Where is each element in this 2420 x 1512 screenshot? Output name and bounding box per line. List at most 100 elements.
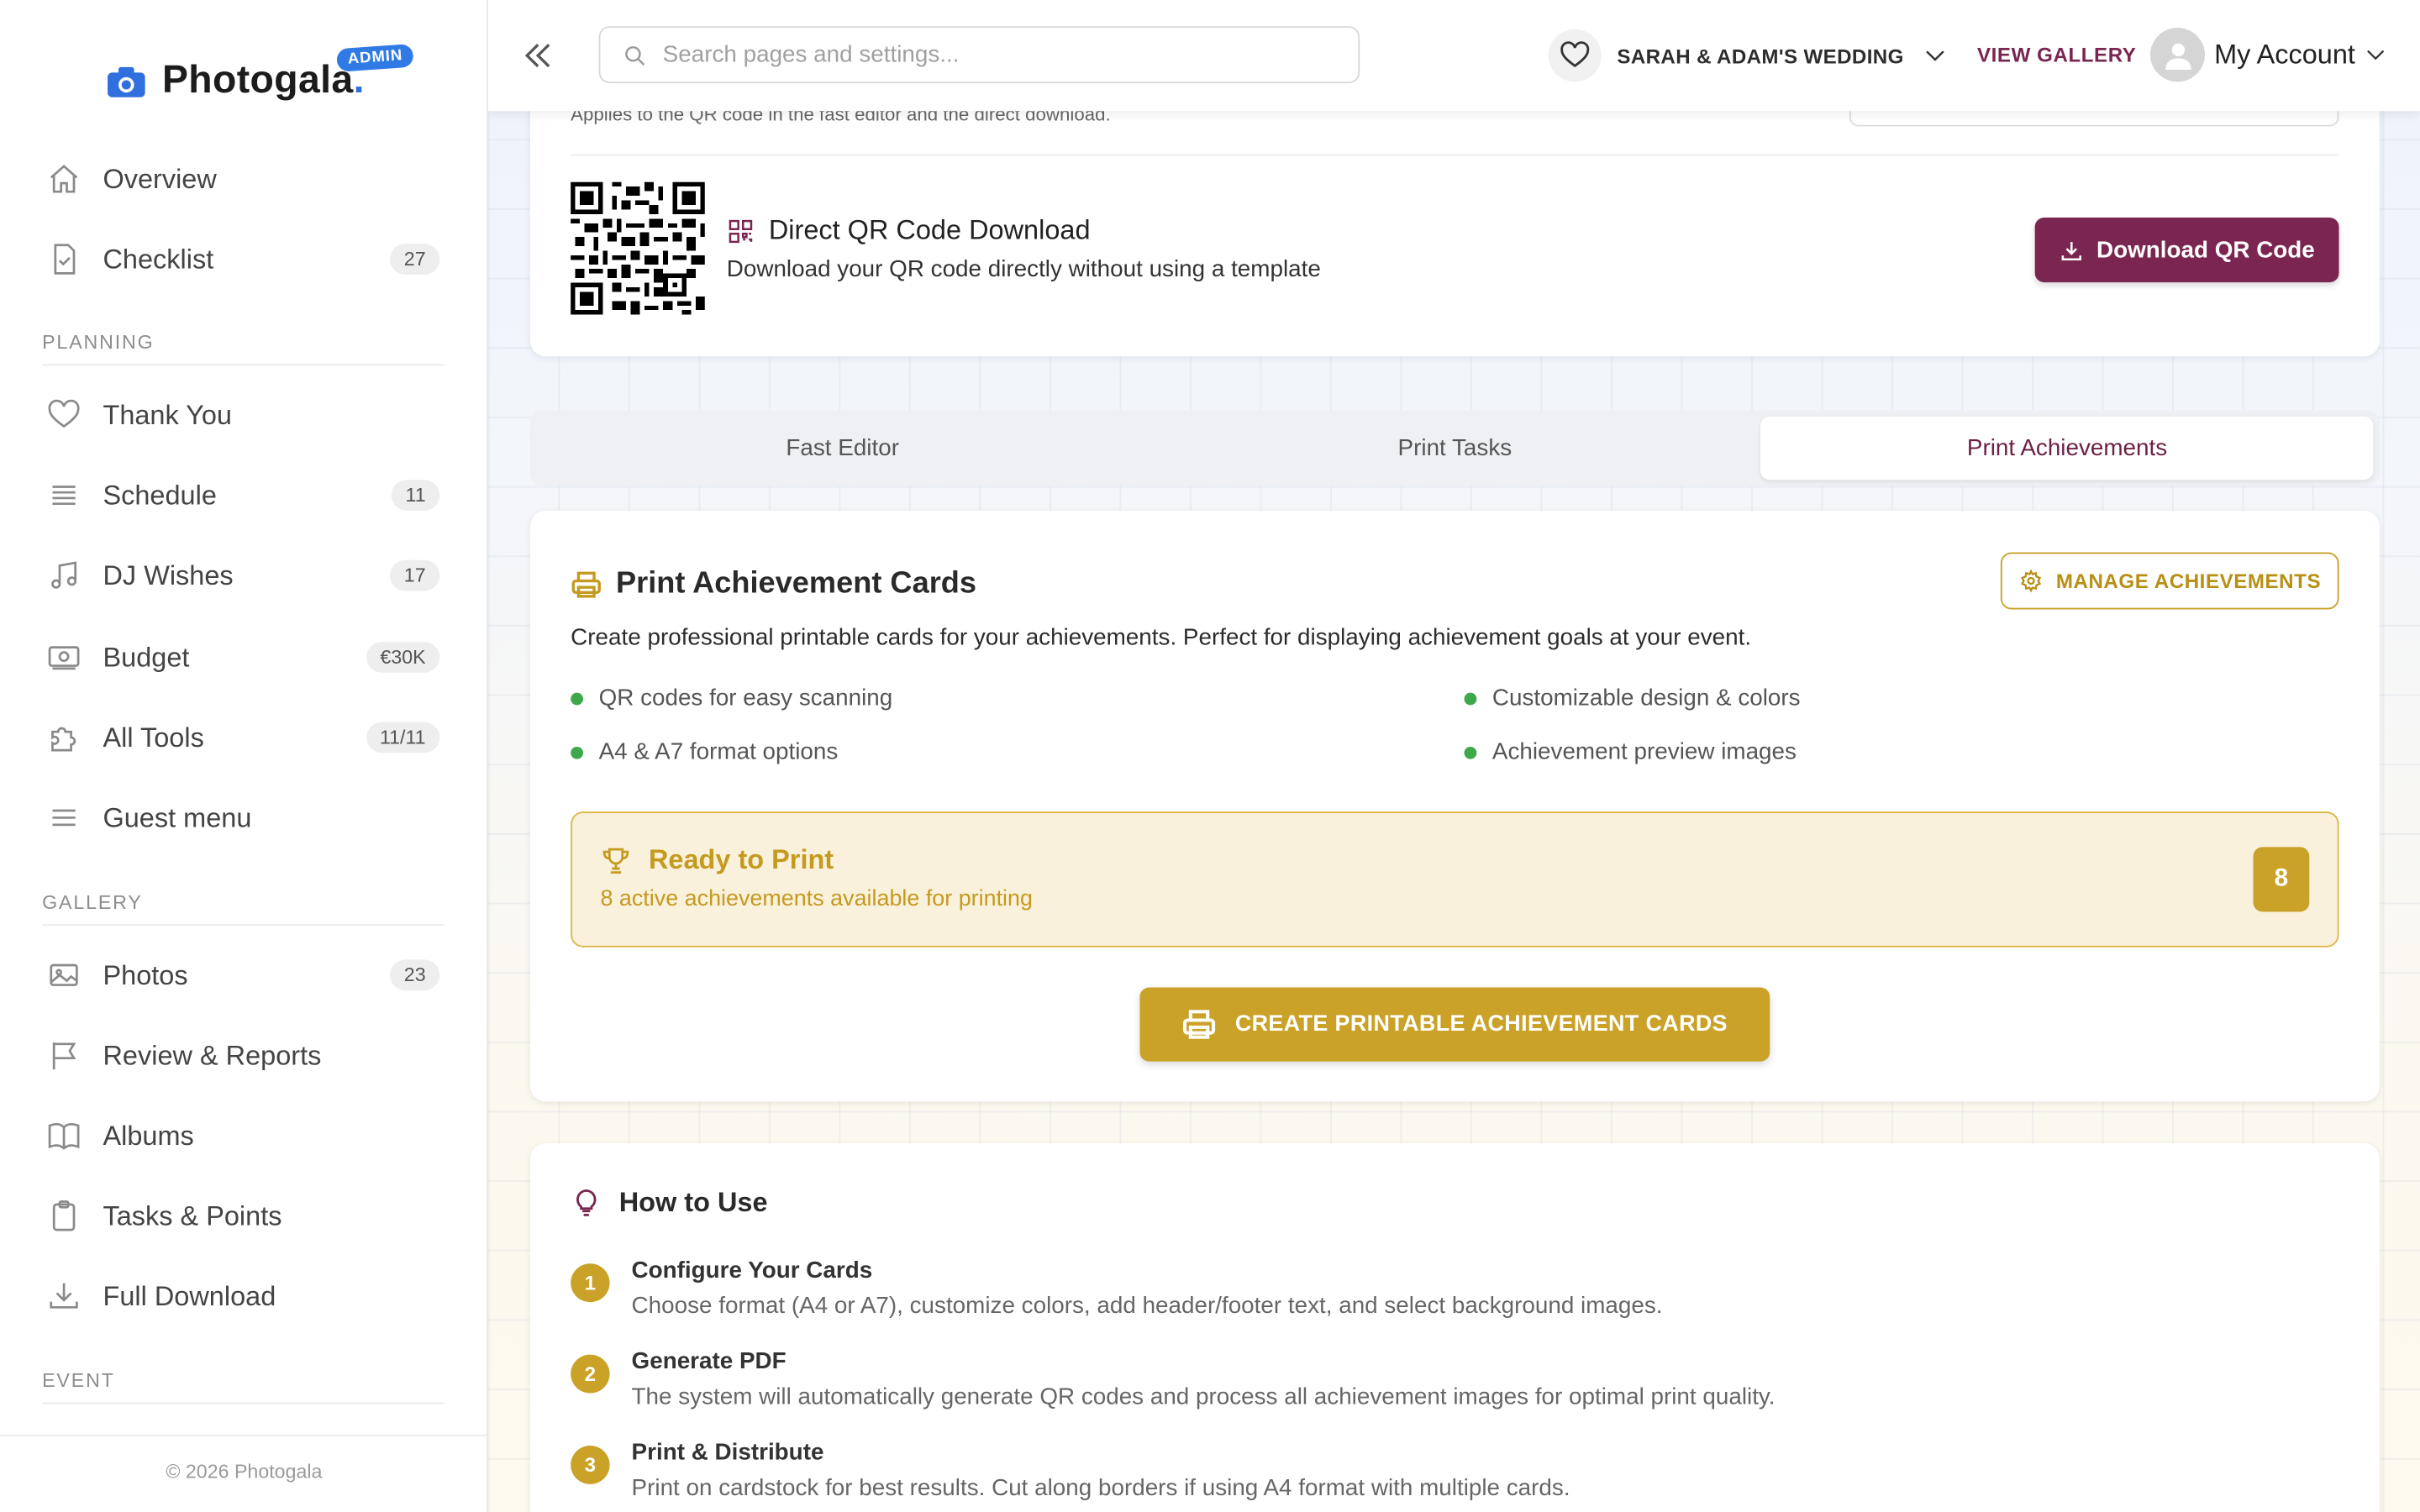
music-icon — [51, 561, 77, 589]
count-badge: 11 — [391, 480, 440, 511]
sidebar-item-label: Photos — [103, 958, 188, 990]
sidebar-item-photos[interactable]: Photos 23 — [47, 944, 440, 1005]
main-content: SARAH & ADAM'S WEDDING VIEW GALLERY My A… — [487, 0, 2420, 1512]
count-badge: 17 — [390, 559, 440, 591]
qr-title-row: Direct QR Code Download — [727, 214, 1091, 247]
avatar — [2150, 28, 2205, 82]
sidebar-item-full-download[interactable]: Full Download — [47, 1265, 440, 1326]
ready-title: Ready to Print — [648, 843, 834, 875]
feature-label: QR codes for easy scanning — [598, 685, 893, 711]
sidebar: Photogala. ADMIN Overview Checklist 27 P… — [0, 0, 488, 1512]
count-badge: 27 — [390, 244, 440, 275]
search-box[interactable] — [598, 26, 1360, 84]
clipboard-icon — [52, 1200, 76, 1231]
sidebar-item-label: Thank You — [103, 398, 232, 430]
brand-logo[interactable]: Photogala. ADMIN — [106, 43, 415, 103]
sidebar-item-tasks-points[interactable]: Tasks & Points — [47, 1185, 440, 1247]
sidebar-item-albums[interactable]: Albums — [47, 1105, 440, 1166]
account-menu[interactable]: My Account — [2150, 28, 2388, 82]
achievements-description: Create professional printable cards for … — [571, 624, 1752, 652]
count-badge: 11/11 — [366, 722, 440, 753]
ready-title-row: Ready to Print — [600, 844, 834, 877]
event-name: SARAH & ADAM'S WEDDING — [1617, 44, 1904, 67]
account-label: My Account — [2214, 38, 2355, 70]
achievements-header: Print Achievement Cards — [571, 566, 976, 601]
sidebar-item-dj-wishes[interactable]: DJ Wishes 17 — [47, 544, 440, 606]
sidebar-item-label: Tasks & Points — [103, 1200, 282, 1231]
sidebar-item-schedule[interactable]: Schedule 11 — [47, 465, 440, 526]
sidebar-item-label: Checklist — [103, 243, 214, 275]
bullet — [1464, 691, 1477, 705]
step-number: 2 — [571, 1354, 610, 1394]
step-title: Configure Your Cards — [631, 1257, 873, 1284]
brand-name: Photogala. — [161, 58, 365, 102]
search-input[interactable] — [662, 41, 1318, 68]
print-achievements-card: Print Achievement Cards MANAGE ACHIEVEME… — [529, 510, 2380, 1102]
sidebar-item-budget[interactable]: Budget €30K — [47, 627, 440, 688]
bullet — [571, 691, 584, 705]
count-badge: 23 — [390, 959, 440, 991]
download-icon — [2060, 241, 2081, 260]
step-number: 1 — [571, 1263, 610, 1303]
sidebar-item-label: Schedule — [103, 479, 217, 511]
tab-fast-editor[interactable]: Fast Editor — [536, 417, 1149, 480]
camera-icon — [108, 66, 145, 97]
image-icon — [50, 963, 78, 986]
tab-print-tasks[interactable]: Print Tasks — [1149, 417, 1761, 480]
ready-subtitle: 8 active achievements available for prin… — [600, 887, 1033, 912]
ready-count-badge: 8 — [2253, 847, 2310, 912]
manage-achievements-button[interactable]: MANAGE ACHIEVEMENTS — [2000, 552, 2339, 610]
step-description: Choose format (A4 or A7), customize colo… — [631, 1293, 1663, 1320]
view-gallery-link[interactable]: VIEW GALLERY — [1977, 43, 2136, 66]
create-cards-button[interactable]: CREATE PRINTABLE ACHIEVEMENT CARDS — [1139, 987, 1770, 1062]
section-title-planning: PLANNING — [42, 332, 445, 366]
collapse-sidebar-icon[interactable] — [519, 37, 557, 74]
sidebar-item-overview[interactable]: Overview — [47, 148, 440, 209]
divider — [571, 154, 2339, 156]
book-icon — [48, 1122, 80, 1150]
sidebar-item-label: Albums — [103, 1119, 194, 1151]
qr-title: Direct QR Code Download — [768, 214, 1091, 246]
section-title-event: EVENT — [42, 1370, 445, 1404]
admin-badge: ADMIN — [335, 43, 415, 72]
step-description: Print on cardstock for best results. Cut… — [631, 1474, 1570, 1502]
sidebar-item-label: Overview — [103, 162, 217, 194]
ready-to-print-panel: Ready to Print 8 active achievements ava… — [571, 811, 2339, 948]
sidebar-item-guest-menu[interactable]: Guest menu — [47, 787, 440, 848]
qr-code-icon — [729, 218, 753, 243]
puzzle-icon — [51, 727, 76, 752]
tab-bar: Fast Editor Print Tasks Print Achievemen… — [529, 410, 2380, 486]
sidebar-item-all-tools[interactable]: All Tools 11/11 — [47, 706, 440, 768]
sidebar-item-review-reports[interactable]: Review & Reports — [47, 1025, 440, 1086]
topbar: SARAH & ADAM'S WEDDING VIEW GALLERY My A… — [487, 0, 2420, 112]
feature-item: A4 & A7 format options — [571, 739, 838, 765]
printer-icon — [571, 570, 601, 597]
sidebar-item-label: Full Download — [103, 1279, 276, 1311]
tab-print-achievements[interactable]: Print Achievements — [1760, 416, 2374, 480]
event-selector[interactable]: SARAH & ADAM'S WEDDING — [1548, 29, 1948, 82]
menu-icon — [52, 809, 76, 827]
bullet — [571, 746, 584, 759]
feature-label: Customizable design & colors — [1491, 685, 1801, 711]
search-icon — [625, 45, 645, 66]
create-cards-label: CREATE PRINTABLE ACHIEVEMENT CARDS — [1234, 1011, 1728, 1037]
download-qr-button[interactable]: Download QR Code — [2034, 217, 2339, 283]
feature-label: A4 & A7 format options — [598, 738, 839, 766]
flag-icon — [52, 1042, 76, 1070]
sidebar-footer: © 2026 Photogala — [0, 1435, 488, 1512]
step-title: Generate PDF — [631, 1348, 786, 1375]
checklist-icon — [54, 244, 76, 275]
sidebar-item-label: All Tools — [103, 721, 204, 753]
lightbulb-icon — [576, 1189, 597, 1215]
section-title-gallery: GALLERY — [42, 892, 445, 927]
sidebar-item-label: Review & Reports — [103, 1039, 322, 1070]
sidebar-item-checklist[interactable]: Checklist 27 — [47, 228, 440, 290]
sidebar-item-thank-you[interactable]: Thank You — [47, 384, 440, 445]
qr-description: Download your QR code directly without u… — [726, 255, 1321, 283]
feature-label: Achievement preview images — [1491, 738, 1797, 766]
step-description: The system will automatically generate Q… — [631, 1383, 1776, 1410]
manage-achievements-label: MANAGE ACHIEVEMENTS — [2055, 569, 2322, 593]
feature-item: Achievement preview images — [1464, 738, 1797, 766]
sidebar-item-label: DJ Wishes — [103, 559, 234, 591]
how-to-use-header: How to Use — [571, 1186, 768, 1219]
